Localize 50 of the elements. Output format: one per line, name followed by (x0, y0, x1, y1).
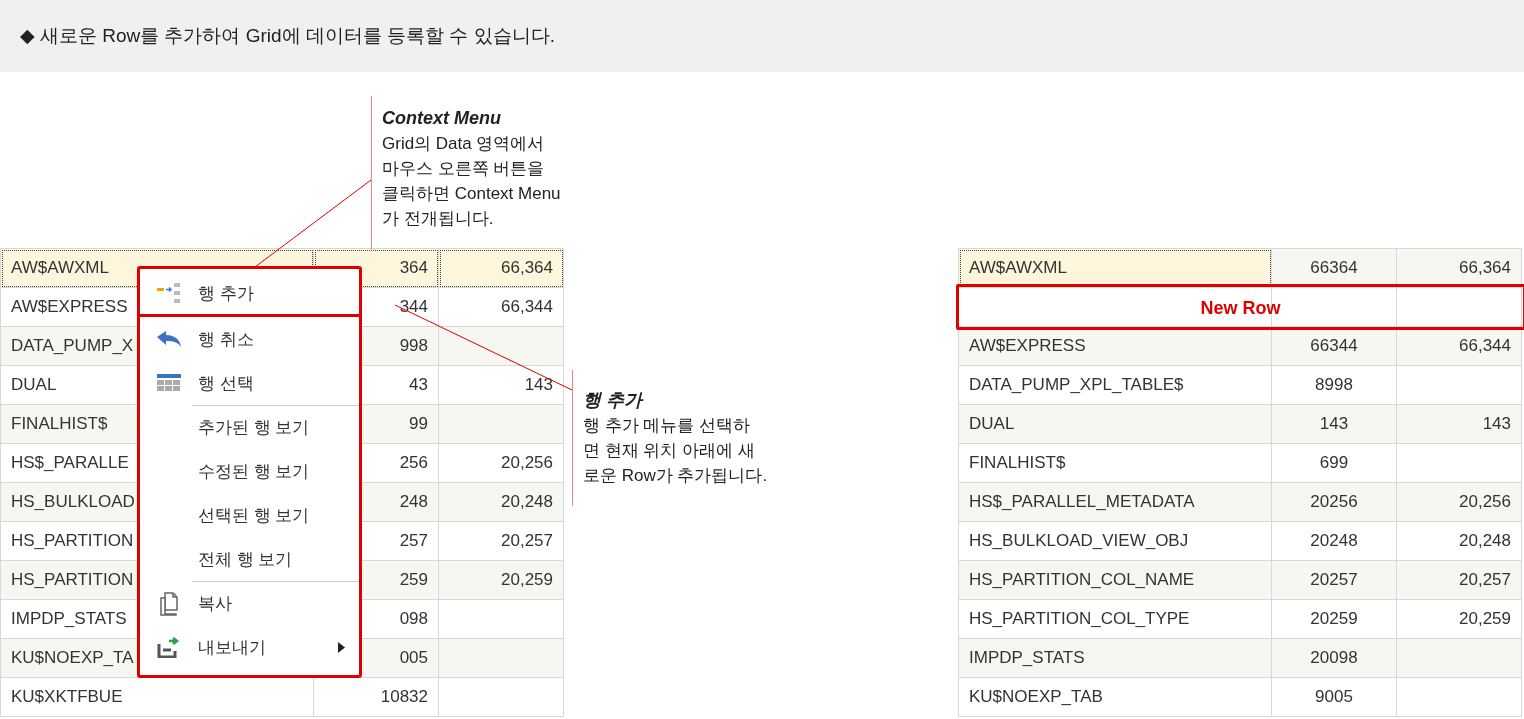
table-cell: 8998 (1272, 366, 1397, 405)
table-cell: 20,248 (439, 483, 564, 522)
page-heading: ◆ 새로운 Row를 추가하여 Grid에 데이터를 등록할 수 있습니다. (0, 0, 1524, 72)
table-cell: 20,256 (439, 444, 564, 483)
table-cell: 66,364 (439, 249, 564, 288)
table-cell: HS_BULKLOAD_VIEW_OBJ (959, 522, 1272, 561)
table-cell: HS_PARTITION_COL_TYPE (959, 600, 1272, 639)
table-cell: FINALHIST$ (959, 444, 1272, 483)
table-cell: 10832 (314, 678, 439, 717)
table-cell: 143 (1272, 405, 1397, 444)
copy-icon (158, 591, 180, 616)
table-cell: AW$AWXML (959, 249, 1272, 288)
table-cell: 20259 (1272, 600, 1397, 639)
table-cell: 20248 (1272, 522, 1397, 561)
table-cell: 143 (1397, 405, 1522, 444)
table-cell: 20,256 (1397, 483, 1522, 522)
new-row-label: New Row (1200, 297, 1281, 318)
table-cell: 20098 (1272, 639, 1397, 678)
table-cell: DATA_PUMP_XPL_TABLE$ (959, 366, 1272, 405)
table-cell: 20,257 (439, 522, 564, 561)
table-cell: 20,259 (439, 561, 564, 600)
table-cell: 66344 (1272, 327, 1397, 366)
add-row-icon (156, 282, 182, 304)
callout-text: 행 추가 메뉴를 선택하 면 현재 위치 아래에 새 로운 Row가 추가됩니다. (583, 415, 768, 487)
table-cell: 20,257 (1397, 561, 1522, 600)
callout-title: 행 추가 (583, 389, 645, 412)
export-icon (157, 636, 181, 658)
table-cell: 20,248 (1397, 522, 1522, 561)
table-cell: DUAL (959, 405, 1272, 444)
table-cell: 9005 (1272, 678, 1397, 717)
submenu-arrow-icon (338, 641, 345, 653)
callout-title: Context Menu (382, 107, 502, 130)
table-cell: 699 (1272, 444, 1397, 483)
table-cell: 143 (439, 366, 564, 405)
table-cell: 66,344 (1397, 327, 1522, 366)
table-cell: KU$XKTFBUE (1, 678, 314, 717)
table-cell: 20,259 (1397, 600, 1522, 639)
table-cell: 66364 (1272, 249, 1397, 288)
table-cell: AW$EXPRESS (959, 327, 1272, 366)
table-cell: 66,344 (439, 288, 564, 327)
undo-icon (156, 330, 182, 348)
table-cell: 66,364 (1397, 249, 1522, 288)
table-cell: 20256 (1272, 483, 1397, 522)
table-cell: HS$_PARALLEL_METADATA (959, 483, 1272, 522)
callout-text: Grid의 Data 영역에서 마우스 오른쪽 버튼을 클릭하면 Context Menu 가 전개됩니다. (382, 133, 561, 230)
table-cell: HS_PARTITION_COL_NAME (959, 561, 1272, 600)
table-cell: KU$NOEXP_TAB (959, 678, 1272, 717)
table-icon (157, 374, 181, 392)
table-cell: 20257 (1272, 561, 1397, 600)
table-cell: IMPDP_STATS (959, 639, 1272, 678)
